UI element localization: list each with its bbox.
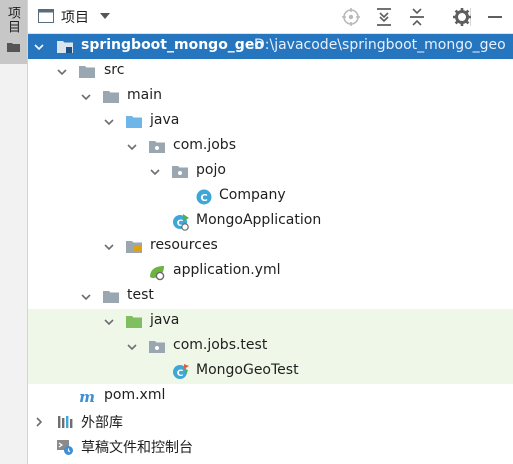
view-selector-label[interactable]: 项目 [61,7,89,27]
tree-node-label: com.jobs [173,137,236,153]
tree-node-test[interactable]: test [28,284,513,309]
scratches-icon [57,440,73,455]
chevron-down-icon[interactable] [103,316,115,328]
folder-icon [103,291,119,303]
tool-window-strip: 项目 [0,0,28,464]
tree-node-mongo-application[interactable]: C MongoApplication [28,209,513,234]
chevron-down-icon[interactable] [56,66,68,78]
resources-folder-icon [126,241,142,253]
test-folder-icon [126,316,142,328]
tree-node-company[interactable]: C Company [28,184,513,209]
tree-node-label: main [127,87,162,103]
chevron-down-icon[interactable] [126,341,138,353]
tree-node-label: MongoApplication [196,212,322,228]
chevron-right-icon[interactable] [33,416,45,428]
chevron-down-icon[interactable] [126,141,138,153]
svg-text:C: C [177,369,184,379]
tree-node-label: pojo [196,162,226,178]
class-icon: C [196,189,212,205]
tree-node-root[interactable]: springboot_mongo_geo D:\javacode\springb… [28,34,513,59]
spring-boot-class-icon: C [173,214,189,231]
chevron-down-icon[interactable] [80,91,92,103]
tree-node-label: MongoGeoTest [196,362,299,378]
module-folder-icon [57,41,73,53]
tree-node-label: resources [150,237,218,253]
tree-node-label: 外部库 [81,415,123,431]
tree-node-main-java[interactable]: java [28,109,513,134]
tree-node-label: Company [219,187,286,203]
svg-text:C: C [200,193,207,204]
tree-node-com-jobs[interactable]: com.jobs [28,134,513,159]
chevron-down-icon[interactable] [100,12,110,20]
chevron-down-icon[interactable] [149,166,161,178]
folder-icon [7,43,20,52]
tree-node-label: java [150,312,180,328]
tree-node-label: 草稿文件和控制台 [81,440,193,456]
tree-node-label: java [150,112,180,128]
collapse-all-icon[interactable] [406,6,428,28]
tree-node-label: com.jobs.test [173,337,268,353]
test-class-icon: C [173,364,189,379]
tree-node-pojo[interactable]: pojo [28,159,513,184]
minimize-icon[interactable] [484,6,506,28]
chevron-down-icon[interactable] [103,116,115,128]
tree-node-com-jobs-test[interactable]: com.jobs.test [28,334,513,359]
maven-icon: m [79,388,95,406]
tree-node-src[interactable]: src [28,59,513,84]
libraries-icon [58,416,73,428]
tree-node-resources[interactable]: resources [28,234,513,259]
tree-node-external-libraries[interactable]: 外部库 [28,409,513,434]
locate-icon[interactable] [340,6,362,28]
tree-node-label: application.yml [173,262,281,278]
package-icon [172,166,188,178]
tree-node-label: test [127,287,154,303]
tree-node-label: src [104,62,125,78]
source-folder-icon [126,116,142,128]
root-module-name: springboot_mongo_geo [81,37,264,53]
tree-node-application-yml[interactable]: application.yml [28,259,513,284]
tree-node-label: pom.xml [104,387,166,403]
spring-config-icon [150,266,165,281]
tree-node-main[interactable]: main [28,84,513,109]
folder-icon [79,66,95,78]
svg-text:m: m [79,388,95,406]
project-tool-tab-label: 项目 [5,6,20,34]
tree-node-scratches[interactable]: 草稿文件和控制台 [28,434,513,459]
tree-node-mongo-geo-test[interactable]: C MongoGeoTest [28,359,513,384]
chevron-down-icon[interactable] [33,41,45,53]
tree-node-test-java[interactable]: java [28,309,513,334]
expand-all-icon[interactable] [373,6,395,28]
project-toolbar: 项目 [28,0,513,34]
project-view-icon [38,9,54,23]
folder-icon [103,91,119,103]
project-tool-tab[interactable]: 项目 [0,0,27,64]
chevron-down-icon[interactable] [103,241,115,253]
root-module-path: D:\javacode\springboot_mongo_geo [254,37,506,53]
tree-node-pom[interactable]: m pom.xml [28,384,513,409]
chevron-down-icon[interactable] [80,291,92,303]
package-icon [149,341,165,353]
gear-icon[interactable] [451,6,473,28]
package-icon [149,141,165,153]
